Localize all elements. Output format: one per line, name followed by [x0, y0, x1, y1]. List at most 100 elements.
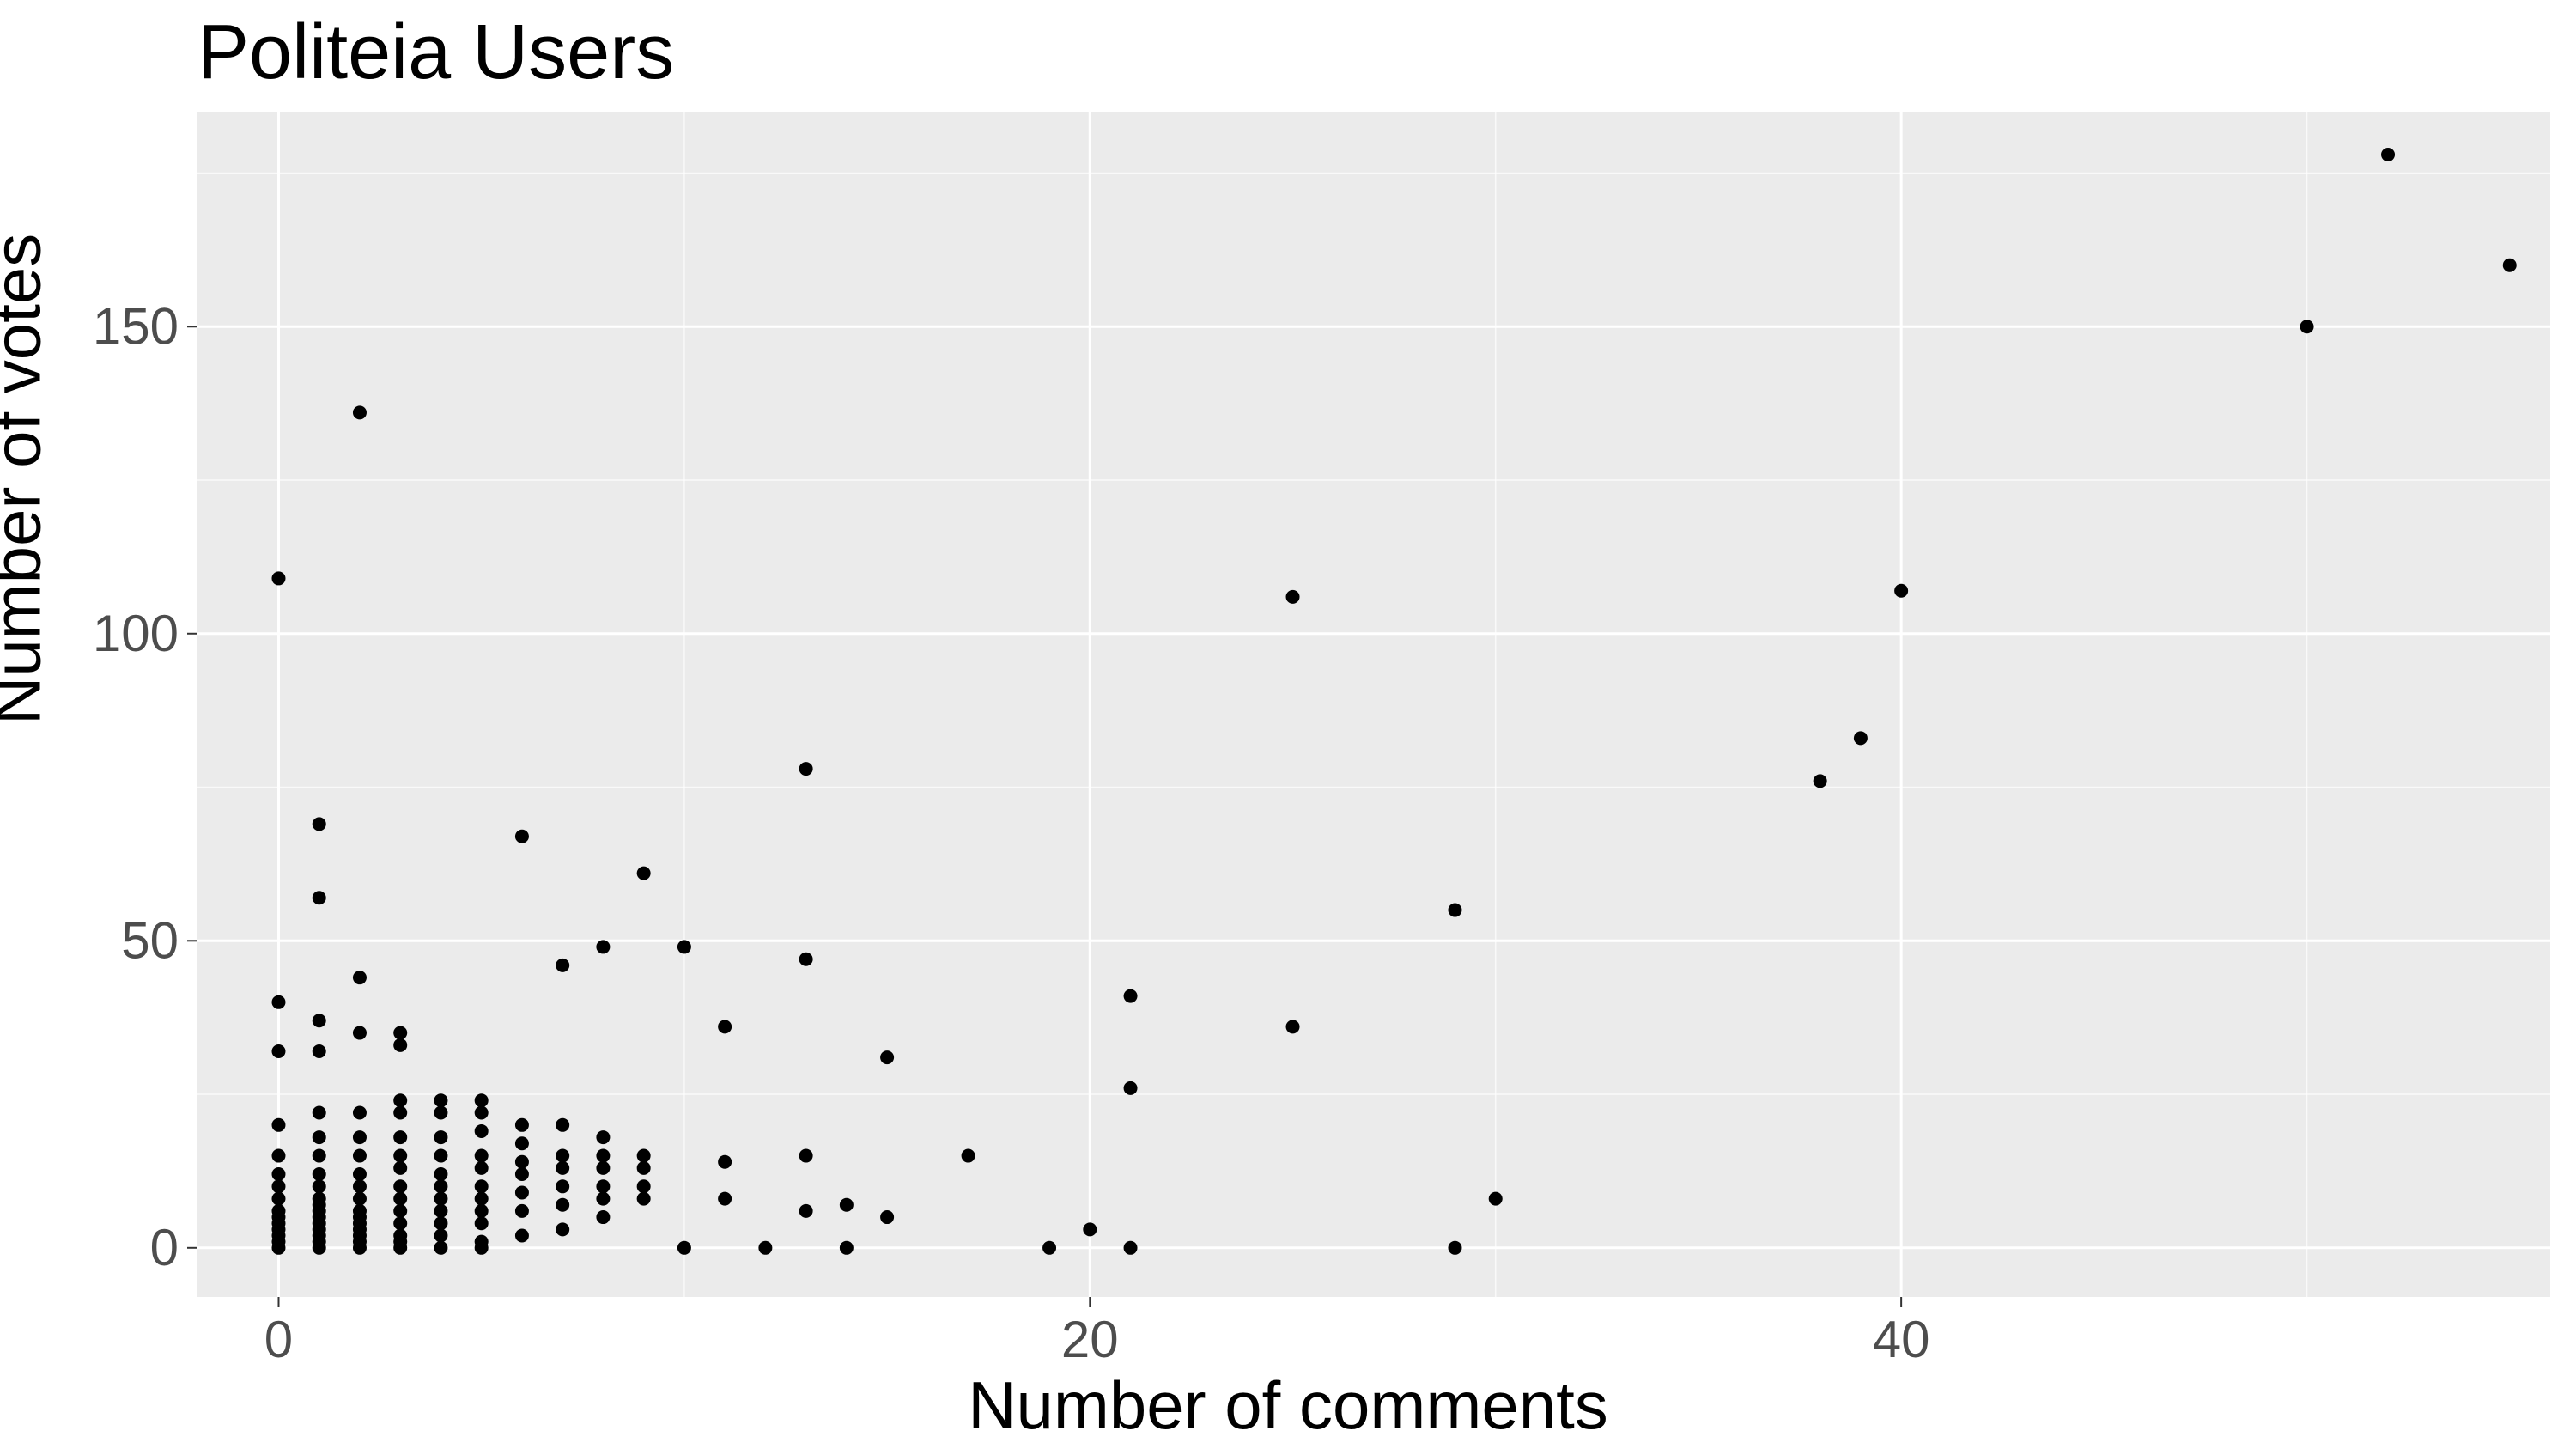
data-point — [515, 1118, 529, 1132]
data-point — [2503, 259, 2517, 272]
data-point — [353, 1105, 367, 1119]
data-point — [313, 1167, 326, 1181]
data-point — [271, 1241, 285, 1255]
data-point — [475, 1149, 489, 1163]
data-point — [475, 1124, 489, 1138]
data-point — [596, 1192, 610, 1206]
data-point — [556, 1161, 569, 1175]
data-point — [1448, 904, 1461, 917]
data-point — [596, 1161, 610, 1175]
data-point — [515, 1155, 529, 1169]
data-point — [1489, 1192, 1503, 1206]
data-point — [271, 571, 285, 585]
data-point — [271, 1044, 285, 1058]
data-point — [353, 1130, 367, 1144]
data-point — [434, 1241, 447, 1255]
data-point — [353, 1149, 367, 1163]
data-point — [1042, 1241, 1056, 1255]
data-point — [271, 995, 285, 1009]
chart-container: Politeia Users Number of votes 020400501… — [0, 0, 2576, 1449]
data-point — [515, 1228, 529, 1242]
data-point — [880, 1210, 894, 1224]
data-point — [1124, 1081, 1138, 1095]
data-point — [1124, 1241, 1138, 1255]
y-tick-label: 0 — [150, 1219, 179, 1276]
data-point — [475, 1179, 489, 1193]
data-point — [271, 1192, 285, 1206]
data-point — [840, 1198, 854, 1212]
data-point — [475, 1105, 489, 1119]
data-point — [393, 1204, 407, 1218]
data-point — [313, 1044, 326, 1058]
data-point — [596, 1179, 610, 1193]
data-point — [1854, 731, 1868, 745]
data-point — [393, 1026, 407, 1040]
data-point — [353, 1167, 367, 1181]
data-point — [718, 1155, 732, 1169]
data-point — [2300, 320, 2314, 333]
data-point — [271, 1167, 285, 1181]
data-point — [596, 1149, 610, 1163]
data-point — [313, 1149, 326, 1163]
data-point — [637, 1149, 651, 1163]
data-point — [1083, 1222, 1097, 1236]
data-point — [434, 1093, 447, 1107]
data-point — [556, 959, 569, 972]
data-point — [556, 1222, 569, 1236]
data-point — [475, 1093, 489, 1107]
data-point — [353, 1192, 367, 1206]
data-point — [637, 867, 651, 880]
data-point — [393, 1093, 407, 1107]
data-point — [434, 1167, 447, 1181]
data-point — [596, 1210, 610, 1224]
data-point — [556, 1179, 569, 1193]
data-point — [313, 1014, 326, 1027]
data-point — [556, 1198, 569, 1212]
data-point — [840, 1241, 854, 1255]
data-point — [880, 1050, 894, 1064]
data-point — [515, 1136, 529, 1150]
y-tick-label: 150 — [93, 297, 179, 355]
data-point — [677, 940, 691, 953]
data-point — [271, 1118, 285, 1132]
data-point — [799, 953, 813, 966]
data-point — [353, 1179, 367, 1193]
data-point — [353, 1241, 367, 1255]
data-point — [313, 1105, 326, 1119]
data-point — [1894, 584, 1908, 598]
data-point — [758, 1241, 772, 1255]
data-point — [1286, 590, 1300, 604]
data-point — [596, 940, 610, 953]
data-point — [434, 1179, 447, 1193]
data-point — [313, 1241, 326, 1255]
data-point — [515, 1167, 529, 1181]
data-point — [1124, 989, 1138, 1003]
data-point — [393, 1161, 407, 1175]
data-point — [556, 1149, 569, 1163]
data-point — [393, 1038, 407, 1052]
data-point — [434, 1192, 447, 1206]
data-point — [515, 1204, 529, 1218]
data-point — [962, 1149, 975, 1163]
x-axis-label: Number of comments — [0, 1367, 2576, 1445]
x-tick-label: 40 — [1873, 1311, 1930, 1368]
data-point — [596, 1130, 610, 1144]
data-point — [393, 1149, 407, 1163]
data-point — [393, 1179, 407, 1193]
data-point — [1448, 1241, 1461, 1255]
data-point — [1814, 774, 1827, 788]
data-point — [353, 405, 367, 419]
data-point — [718, 1020, 732, 1033]
data-point — [718, 1192, 732, 1206]
scatter-plot: 02040050100150 — [0, 0, 2576, 1449]
data-point — [475, 1241, 489, 1255]
data-point — [434, 1216, 447, 1230]
data-point — [313, 817, 326, 831]
data-point — [434, 1105, 447, 1119]
data-point — [393, 1130, 407, 1144]
y-tick-label: 100 — [93, 605, 179, 662]
data-point — [271, 1179, 285, 1193]
data-point — [393, 1192, 407, 1206]
data-point — [1286, 1020, 1300, 1033]
data-point — [434, 1228, 447, 1242]
